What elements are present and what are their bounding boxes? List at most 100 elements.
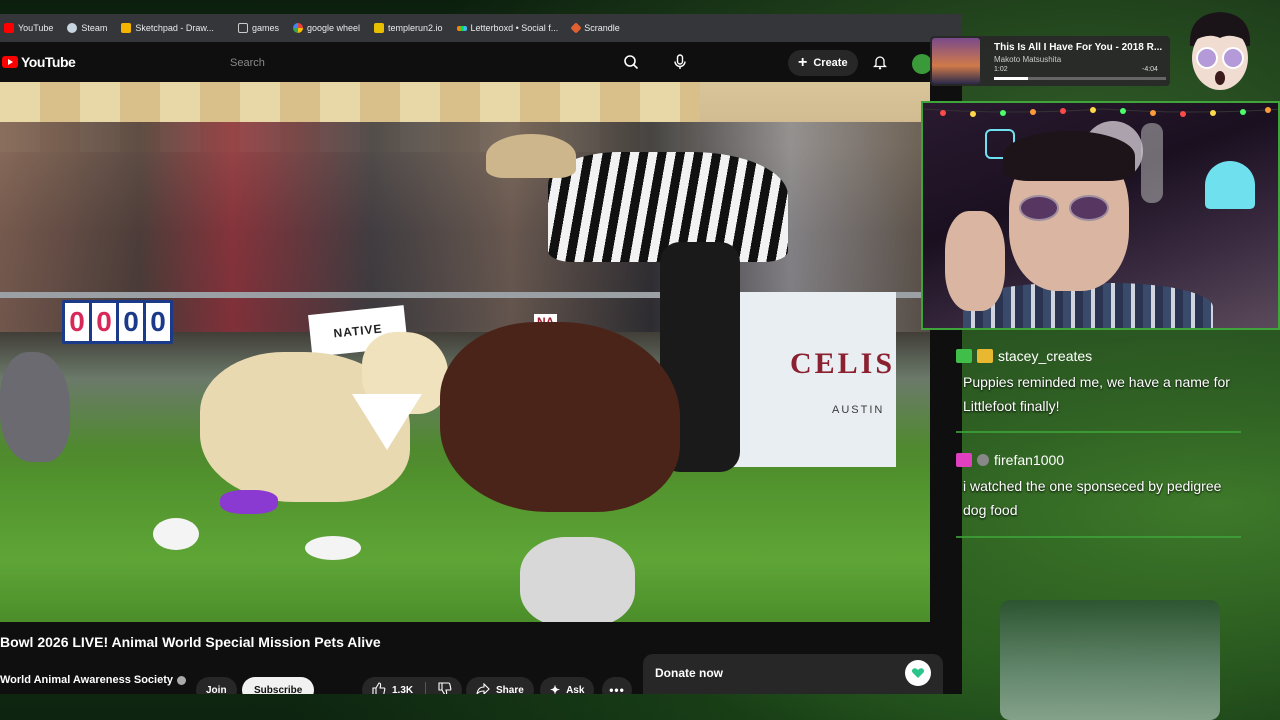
grey-puppy (0, 352, 70, 462)
separator (425, 682, 427, 694)
grass-field (0, 467, 930, 622)
score-digit: 0 (65, 303, 89, 341)
bookmark-templerun[interactable]: templerun2.io (374, 23, 443, 33)
bookmark-folder-games[interactable]: games (237, 23, 279, 33)
banner-sub-text: AUSTIN (832, 404, 885, 416)
bookmark-label: Sketchpad - Draw... (135, 23, 214, 33)
sponsor-banner (718, 292, 896, 472)
thumbs-down-icon[interactable] (438, 681, 452, 694)
plush-toy (520, 537, 635, 622)
like-count: 1.3K (392, 684, 414, 695)
youtube-logo-text: YouTube (21, 54, 76, 70)
bookmark-label: Letterboxd • Social f... (470, 23, 559, 33)
google-icon (292, 23, 303, 33)
now-playing-widget: This Is All I Have For You - 2018 R... M… (930, 36, 1170, 86)
thumbs-up-icon[interactable] (372, 681, 386, 694)
bookmarks-bar: YouTube Steam Sketchpad - Draw... games … (0, 14, 962, 42)
streamer-hair (1003, 131, 1135, 181)
letterboxd-icon (456, 25, 467, 31)
account-avatar[interactable] (912, 54, 932, 74)
youtube-logo[interactable]: YouTube (2, 54, 76, 70)
create-label: Create (813, 57, 848, 69)
share-icon (476, 682, 490, 694)
video-player[interactable]: CELIS AUSTIN NA 0 0 0 0 NATIVE (0, 82, 930, 622)
bookmark-label: google wheel (306, 23, 360, 33)
youtube-play-icon (2, 56, 18, 68)
more-icon: ••• (609, 683, 625, 694)
bookmark-steam[interactable]: Steam (67, 23, 107, 33)
toy-ball (153, 518, 199, 550)
bookmark-label: YouTube (18, 23, 54, 33)
channel-name[interactable]: World Animal Awareness Society (0, 674, 187, 686)
vtuber-avatar (1182, 8, 1258, 94)
subscribe-button[interactable]: Subscribe (242, 677, 315, 694)
donate-title: Donate now (655, 666, 723, 680)
templerun-icon (374, 23, 384, 33)
bookmark-youtube[interactable]: YouTube (4, 23, 53, 33)
chat-header: stacey_creates (956, 348, 1246, 364)
like-dislike-group: 1.3K (362, 677, 463, 695)
chat-text: Puppies reminded me, we have a name for … (963, 374, 1230, 414)
score-digit: 0 (92, 303, 116, 341)
purple-toy (220, 490, 278, 514)
pacman-ghost-decoration (1205, 161, 1255, 209)
moderator-badge-icon (956, 349, 972, 363)
chat-text: i watched the one sponseced by pedigree … (963, 478, 1222, 518)
bookmark-scrandle[interactable]: Scrandle (570, 22, 620, 34)
more-actions-button[interactable]: ••• (602, 677, 632, 694)
bookmark-label: templerun2.io (388, 23, 443, 33)
video-info: Bowl 2026 LIVE! Animal World Special Mis… (0, 622, 962, 694)
string-lights (923, 107, 1278, 117)
brown-dog (440, 322, 680, 512)
channel-name-text: World Animal Awareness Society (0, 674, 174, 686)
banner-brand-text: CELIS (790, 347, 896, 380)
search-input[interactable] (220, 50, 608, 76)
bookmark-google-wheel[interactable]: google wheel (292, 23, 360, 33)
track-title: This Is All I Have For You - 2018 R... (994, 42, 1163, 53)
chat-username[interactable]: firefan1000 (994, 452, 1064, 468)
search-button[interactable] (619, 50, 643, 74)
steam-icon (67, 23, 78, 33)
bookmark-label: Steam (81, 23, 108, 33)
globe-badge-icon (977, 454, 989, 466)
bookmark-letterboxd[interactable]: Letterboxd • Social f... (456, 23, 559, 33)
track-progress-fill (994, 77, 1029, 80)
browser-window: YouTube Steam Sketchpad - Draw... games … (0, 14, 962, 694)
album-art (932, 38, 980, 84)
track-remaining: -4:04 (1142, 66, 1158, 73)
bookmark-label: games (251, 23, 279, 33)
scrandle-icon (570, 22, 582, 34)
track-elapsed: 1:02 (994, 66, 1008, 73)
chat-divider (956, 536, 1241, 538)
track-artist: Makoto Matsushita (994, 55, 1062, 64)
skeleton-decoration (1141, 123, 1163, 203)
ask-button[interactable]: ✦ Ask (540, 677, 595, 695)
microphone-icon (674, 54, 686, 69)
streamer-hand (945, 211, 1005, 311)
create-button[interactable]: + Create (788, 50, 858, 76)
bookmark-sketchpad[interactable]: Sketchpad - Draw... (121, 23, 214, 33)
donate-card[interactable]: Donate now (643, 654, 943, 694)
chat-message: stacey_creates Puppies reminded me, we h… (956, 348, 1246, 418)
sparkle-icon: ✦ (550, 683, 561, 694)
notifications-button[interactable] (868, 50, 892, 74)
youtube-icon (4, 23, 14, 33)
share-label: Share (496, 684, 524, 695)
referee-cap (486, 134, 576, 178)
chat-header: firefan1000 (956, 452, 1246, 468)
toy-ball (305, 536, 361, 560)
score-digit: 0 (146, 303, 170, 341)
vip-badge-icon (956, 453, 972, 467)
heart-hands-icon (905, 660, 931, 686)
sketchpad-icon (121, 23, 132, 33)
score-digit: 0 (119, 303, 143, 341)
youtube-header: YouTube + Create (0, 42, 962, 82)
voice-search-button[interactable] (668, 50, 692, 74)
video-title: Bowl 2026 LIVE! Animal World Special Mis… (0, 634, 381, 650)
ask-label: Ask (566, 684, 585, 695)
share-button[interactable]: Share (466, 677, 534, 694)
join-button[interactable]: Join (196, 677, 237, 694)
search-icon (624, 55, 639, 70)
plus-icon: + (798, 54, 808, 71)
chat-username[interactable]: stacey_creates (998, 348, 1092, 364)
